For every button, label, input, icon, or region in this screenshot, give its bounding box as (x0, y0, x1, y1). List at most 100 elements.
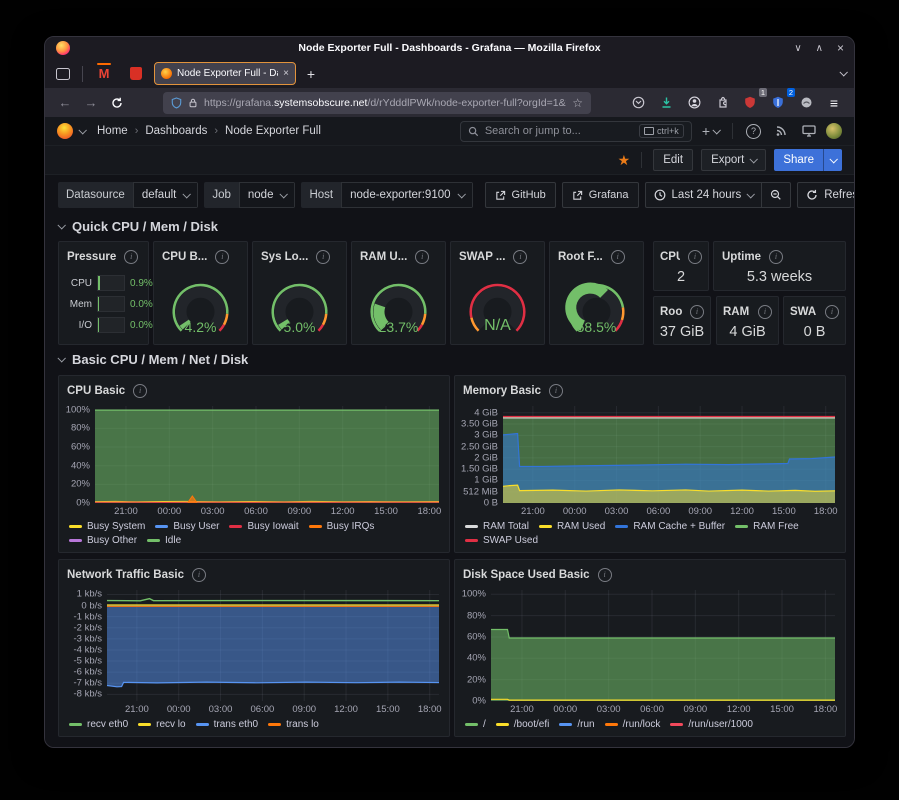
panel-title[interactable]: Sys Lo... (261, 251, 308, 263)
pinned-tab-gmail[interactable]: M (90, 63, 118, 85)
info-icon[interactable]: i (133, 384, 147, 398)
user-avatar[interactable] (826, 123, 842, 139)
panel-title[interactable]: SWAP Total (790, 306, 817, 318)
extension-ublock-icon[interactable]: 1 (738, 92, 762, 114)
menu-hamburger-icon[interactable]: ≡ (822, 92, 846, 114)
info-icon[interactable]: i (549, 384, 563, 398)
extension-bitwarden-icon[interactable]: 2 (766, 92, 790, 114)
legend-item[interactable]: recv lo (138, 719, 185, 730)
panel-title[interactable]: Memory Basic (463, 385, 541, 397)
firefox-view-icon[interactable] (51, 64, 75, 84)
org-switcher-chevron-icon[interactable] (78, 126, 86, 134)
edit-button[interactable]: Edit (653, 149, 693, 171)
help-icon[interactable]: ? (742, 124, 765, 139)
breadcrumb-home[interactable]: Home (97, 125, 128, 137)
back-icon[interactable]: ← (53, 92, 77, 114)
info-icon[interactable]: i (316, 250, 330, 264)
pinned-tab-red[interactable] (122, 63, 150, 85)
extensions-puzzle-icon[interactable] (710, 92, 734, 114)
datasource-picker[interactable]: Datasource default (58, 182, 198, 208)
info-icon[interactable]: i (611, 250, 625, 264)
info-icon[interactable]: i (124, 250, 138, 264)
info-icon[interactable]: i (688, 250, 702, 264)
legend-item[interactable]: Busy System (69, 521, 145, 532)
favorite-star-icon[interactable]: ★ (618, 152, 631, 169)
info-icon[interactable]: i (769, 250, 783, 264)
window-titlebar[interactable]: Node Exporter Full - Dashboards - Grafan… (45, 37, 854, 59)
minimize-icon[interactable]: ∨ (794, 43, 801, 54)
legend-item[interactable]: SWAP Used (465, 535, 538, 546)
panel-title[interactable]: Pressure (67, 251, 116, 263)
legend-item[interactable]: /run/user/1000 (670, 719, 753, 730)
panel-title[interactable]: Root F... (558, 251, 603, 263)
section-basic-cpu-mem-net-disk[interactable]: Basic CPU / Mem / Net / Disk (58, 350, 248, 368)
legend-item[interactable]: RAM Used (539, 521, 605, 532)
legend-item[interactable]: RAM Cache + Buffer (615, 521, 725, 532)
legend-item[interactable]: trans lo (268, 719, 319, 730)
export-button[interactable]: Export (701, 149, 766, 171)
grafana-logo-icon[interactable] (57, 123, 73, 139)
job-picker[interactable]: Job node (204, 182, 295, 208)
panel-title[interactable]: Uptime (722, 251, 761, 263)
pocket-icon[interactable] (626, 92, 650, 114)
info-icon[interactable]: i (513, 250, 527, 264)
zoom-out-icon[interactable] (762, 183, 790, 207)
info-icon[interactable]: i (415, 250, 429, 264)
legend-item[interactable]: Busy IRQs (309, 521, 375, 532)
info-icon[interactable]: i (215, 250, 229, 264)
search-input[interactable]: Search or jump to... ctrl+k (460, 121, 692, 142)
display-icon[interactable] (798, 125, 820, 137)
maximize-icon[interactable]: ∧ (816, 43, 823, 54)
bookmark-star-icon[interactable]: ☆ (572, 96, 583, 110)
legend-item[interactable]: /boot/efi (496, 719, 550, 730)
news-rss-icon[interactable] (771, 125, 792, 137)
panel-title[interactable]: CPU Basic (67, 385, 125, 397)
account-icon[interactable] (682, 92, 706, 114)
refresh-picker[interactable]: Refresh 1m (797, 182, 855, 208)
active-tab[interactable]: Node Exporter Full - Dashbo × (154, 62, 296, 85)
legend-item[interactable]: trans eth0 (196, 719, 258, 730)
close-icon[interactable]: × (837, 41, 844, 55)
legend-item[interactable]: Busy Iowait (229, 521, 298, 532)
grafana-link-button[interactable]: Grafana (562, 182, 639, 208)
tab-close-icon[interactable]: × (283, 68, 289, 79)
info-icon[interactable]: i (758, 305, 772, 319)
section-quick-cpu-mem-disk[interactable]: Quick CPU / Mem / Disk (58, 217, 218, 235)
panel-title[interactable]: RAM U... (360, 251, 407, 263)
panel-title[interactable]: RootFS Total (660, 306, 682, 318)
time-range-picker[interactable]: Last 24 hours (645, 182, 792, 208)
panel-title[interactable]: CPU Cores (660, 251, 680, 263)
tracking-protection-shield-icon[interactable] (171, 97, 182, 109)
new-button[interactable]: + (698, 123, 723, 139)
panel-title[interactable]: Disk Space Used Basic (463, 569, 590, 581)
legend-item[interactable]: recv eth0 (69, 719, 128, 730)
host-picker[interactable]: Host node-exporter:9100 (301, 182, 472, 208)
legend-item[interactable]: RAM Total (465, 521, 529, 532)
info-icon[interactable]: i (598, 568, 612, 582)
legend-item[interactable]: RAM Free (735, 521, 799, 532)
list-all-tabs-icon[interactable] (840, 68, 846, 79)
panel-title[interactable]: SWAP ... (459, 251, 505, 263)
reload-icon[interactable] (105, 92, 129, 114)
share-dropdown-chevron-icon[interactable] (823, 149, 842, 171)
legend-item[interactable]: /run/lock (605, 719, 661, 730)
new-tab-button[interactable]: + (300, 63, 322, 85)
info-icon[interactable]: i (690, 305, 704, 319)
url-bar[interactable]: https://grafana.systemsobscure.net/d/rYd… (163, 92, 591, 114)
refresh-button[interactable]: Refresh (798, 183, 855, 207)
panel-title[interactable]: RAM Total (723, 306, 750, 318)
legend-item[interactable]: Busy User (155, 521, 219, 532)
legend-item[interactable]: / (465, 719, 486, 730)
legend-item[interactable]: Busy Other (69, 535, 137, 546)
legend-item[interactable]: Idle (147, 535, 181, 546)
info-icon[interactable]: i (192, 568, 206, 582)
breadcrumb-dashboards[interactable]: Dashboards (145, 125, 207, 137)
legend-item[interactable]: /run (559, 719, 594, 730)
forward-icon[interactable]: → (79, 92, 103, 114)
github-link-button[interactable]: GitHub (485, 182, 556, 208)
downloads-icon[interactable] (654, 92, 678, 114)
lock-icon[interactable] (188, 97, 198, 109)
info-icon[interactable]: i (825, 305, 839, 319)
share-button[interactable]: Share (774, 149, 842, 171)
extension-other-icon[interactable] (794, 92, 818, 114)
